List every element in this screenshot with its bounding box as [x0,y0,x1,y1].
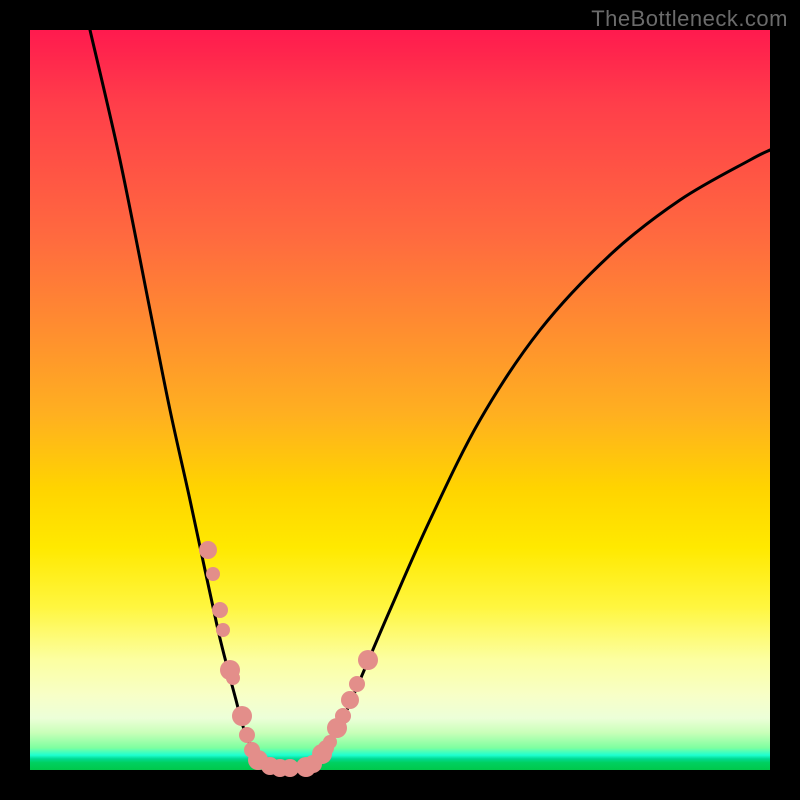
scatter-point [341,691,359,709]
chart-frame: TheBottleneck.com [0,0,800,800]
scatter-point [206,567,220,581]
scatter-point [358,650,378,670]
scatter-point [349,676,365,692]
bottleneck-curve [90,30,770,768]
chart-svg [30,30,770,770]
plot-area [30,30,770,770]
scatter-point [239,727,255,743]
scatter-point [199,541,217,559]
scatter-point [226,671,240,685]
scatter-point [232,706,252,726]
scatter-point [335,708,351,724]
scatter-point [216,623,230,637]
scatter-point [212,602,228,618]
watermark-text: TheBottleneck.com [591,6,788,32]
